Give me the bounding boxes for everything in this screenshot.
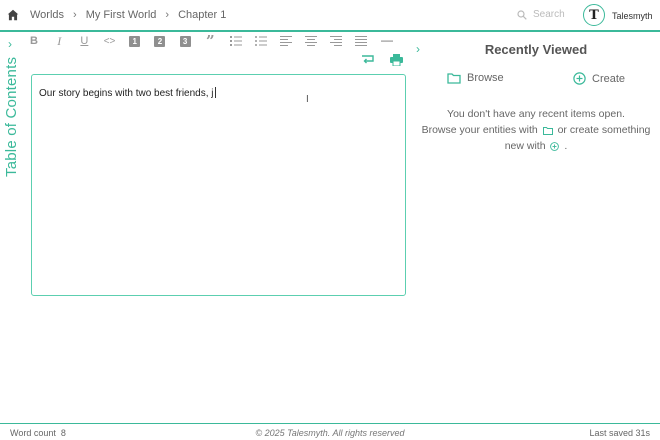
toc-expand-icon[interactable]: › [8, 37, 12, 51]
ordered-list-icon[interactable] [229, 35, 242, 47]
bullet-list-icon[interactable] [254, 35, 267, 47]
top-bar: Worlds › My First World › Chapter 1 Sear… [0, 0, 660, 32]
align-center-icon[interactable] [305, 35, 318, 47]
table-of-contents-toggle[interactable]: Table of Contents [3, 57, 20, 177]
wrap-icon[interactable] [361, 54, 374, 64]
logo[interactable]: T [583, 4, 605, 26]
empty-message-line3: new with . [504, 140, 568, 152]
brand-name: Talesmyth [612, 11, 653, 21]
italic-icon[interactable]: I [53, 34, 65, 48]
text-caret [214, 87, 216, 98]
last-saved-status: Last saved 31s [589, 428, 650, 438]
status-footer: Word count 8 © 2025 Talesmyth. All right… [0, 423, 660, 440]
plus-circle-icon [550, 142, 560, 151]
search-input[interactable]: Search [517, 9, 565, 20]
print-icon[interactable] [390, 54, 403, 66]
empty-recent-message: You don't have any recent items open. Br… [420, 106, 652, 154]
copyright-notice: © 2025 Talesmyth. All rights reserved [255, 428, 405, 438]
browse-button[interactable]: Browse [447, 72, 504, 84]
search-icon [517, 9, 527, 20]
editor-text: Our story begins with two best friends, … [39, 88, 214, 99]
chapter-editor[interactable]: Our story begins with two best friends, … [31, 74, 406, 296]
search-placeholder: Search [533, 9, 565, 20]
create-label: Create [592, 72, 626, 85]
folder-icon [447, 72, 461, 84]
breadcrumb-item-world[interactable]: My First World [86, 9, 157, 21]
code-icon[interactable]: <> [104, 35, 116, 47]
heading-3-icon[interactable]: 3 [179, 35, 191, 47]
chevron-right-icon: › [165, 9, 170, 21]
align-justify-icon[interactable] [355, 35, 368, 47]
chevron-right-icon: › [73, 9, 77, 21]
plus-circle-icon [573, 72, 586, 85]
heading-1-icon[interactable]: 1 [129, 35, 141, 47]
folder-icon [542, 127, 553, 135]
home-icon[interactable] [6, 8, 20, 22]
heading-2-icon[interactable]: 2 [154, 35, 166, 47]
align-right-icon[interactable] [330, 35, 343, 47]
recently-viewed-title: Recently Viewed [484, 42, 588, 57]
formatting-toolbar: B I U <> 1 2 3 ” [28, 34, 406, 49]
blockquote-icon[interactable]: ” [204, 34, 216, 49]
empty-message-line2: Browse your entities with or create some… [421, 124, 651, 136]
bold-icon[interactable]: B [28, 35, 40, 47]
breadcrumb-item-worlds[interactable]: Worlds [30, 9, 64, 21]
align-left-icon[interactable] [279, 35, 292, 47]
horizontal-rule-icon[interactable] [380, 35, 393, 47]
empty-message-line1: You don't have any recent items open. [447, 108, 625, 120]
logo-letter: T [589, 7, 599, 23]
browse-label: Browse [467, 72, 504, 84]
create-button[interactable]: Create [573, 72, 625, 85]
breadcrumb-item-chapter[interactable]: Chapter 1 [178, 9, 226, 21]
underline-icon[interactable]: U [78, 35, 90, 47]
breadcrumb: Worlds › My First World › Chapter 1 [0, 8, 226, 22]
mouse-ibeam-cursor: I [306, 94, 309, 105]
